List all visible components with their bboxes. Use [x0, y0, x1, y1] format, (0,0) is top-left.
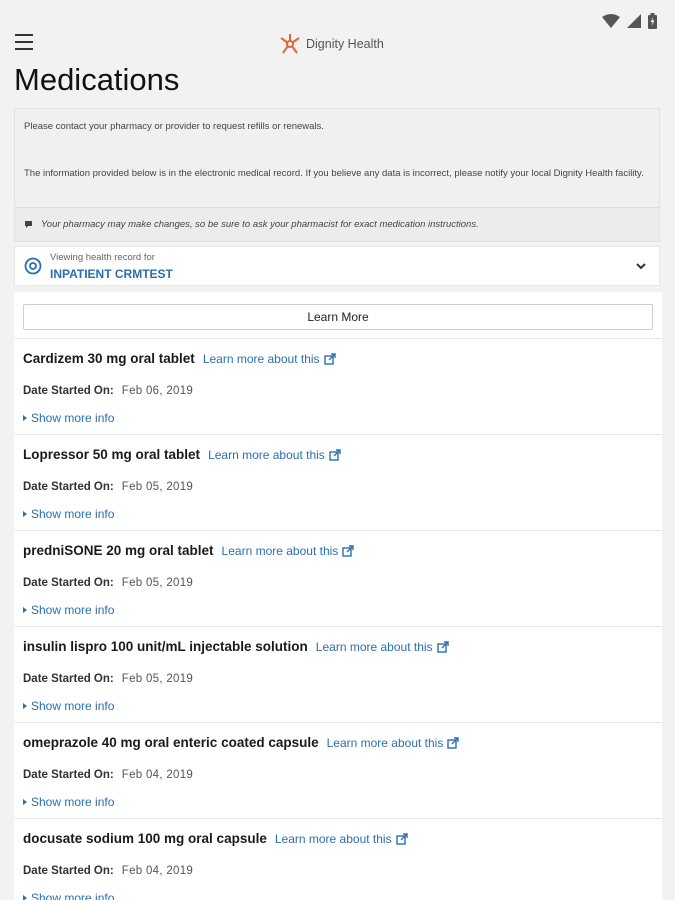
brand-logo: Dignity Health	[278, 33, 384, 55]
medication-name: Lopressor 50 mg oral tablet	[23, 447, 201, 462]
external-link-icon[interactable]	[323, 353, 336, 365]
health-record-selector[interactable]: Viewing health record for INPATIENT CRMT…	[14, 246, 660, 286]
medication-name: docusate sodium 100 mg oral capsule	[23, 831, 267, 846]
learn-more-link-label[interactable]: Learn more about this	[275, 832, 392, 846]
date-started-label: Date Started On:	[23, 673, 114, 685]
brand-name: Dignity Health	[306, 37, 384, 51]
expand-triangle-icon	[23, 895, 27, 900]
date-started-value: Feb 06, 2019	[121, 385, 194, 397]
learn-more-link[interactable]: Learn more about this	[203, 352, 336, 366]
date-started-label: Date Started On:	[23, 865, 114, 877]
show-more-info-label[interactable]: Show more info	[31, 795, 114, 809]
external-link-icon[interactable]	[436, 641, 449, 653]
show-more-info-toggle[interactable]: Show more info	[23, 411, 114, 425]
menu-icon[interactable]	[15, 34, 35, 50]
show-more-info-label[interactable]: Show more info	[31, 411, 114, 425]
learn-more-link-label[interactable]: Learn more about this	[316, 640, 433, 654]
external-link-icon[interactable]	[447, 737, 460, 749]
learn-more-link[interactable]: Learn more about this	[208, 448, 341, 462]
expand-triangle-icon	[23, 415, 27, 421]
page-title: Medications	[14, 62, 180, 97]
show-more-info-label[interactable]: Show more info	[31, 603, 114, 617]
medication-item: insulin lispro 100 unit/mL injectable so…	[14, 626, 662, 722]
medication-name: Cardizem 30 mg oral tablet	[23, 351, 195, 366]
show-more-info-toggle[interactable]: Show more info	[23, 891, 114, 900]
learn-more-link[interactable]: Learn more about this	[275, 832, 408, 846]
medication-item: omeprazole 40 mg oral enteric coated cap…	[14, 722, 662, 818]
external-link-icon[interactable]	[342, 545, 354, 557]
medication-item: Cardizem 30 mg oral tablet Learn more ab…	[14, 338, 662, 434]
medication-item: Lopressor 50 mg oral tablet Learn more a…	[14, 434, 662, 530]
tip-icon	[25, 221, 32, 228]
expand-triangle-icon	[23, 511, 27, 517]
show-more-info-label[interactable]: Show more info	[31, 507, 114, 521]
medication-name: insulin lispro 100 unit/mL injectable so…	[23, 639, 308, 654]
show-more-info-toggle[interactable]: Show more info	[23, 507, 114, 521]
learn-more-link-label[interactable]: Learn more about this	[203, 352, 320, 366]
show-more-info-toggle[interactable]: Show more info	[23, 603, 114, 617]
medication-list: Learn More Cardizem 30 mg oral tablet Le…	[14, 292, 662, 900]
show-more-info-toggle[interactable]: Show more info	[23, 795, 114, 809]
pharmacy-tip: Your pharmacy may make changes, so be su…	[15, 207, 659, 241]
expand-triangle-icon	[23, 607, 27, 613]
date-started-label: Date Started On:	[23, 385, 114, 397]
expand-triangle-icon	[23, 703, 27, 709]
record-patient-name: INPATIENT CRMTEST	[50, 267, 173, 281]
refill-notice-text: Please contact your pharmacy or provider…	[24, 121, 324, 132]
expand-triangle-icon	[23, 799, 27, 805]
record-icon	[24, 257, 42, 275]
chevron-down-icon[interactable]	[635, 261, 647, 271]
record-info-text: The information provided below is in the…	[24, 168, 644, 179]
medication-name: omeprazole 40 mg oral enteric coated cap…	[23, 735, 319, 750]
external-link-icon[interactable]	[329, 449, 341, 461]
external-link-icon[interactable]	[395, 833, 408, 845]
show-more-info-toggle[interactable]: Show more info	[23, 699, 114, 713]
date-started-value: Feb 05, 2019	[121, 481, 194, 493]
record-caption: Viewing health record for	[50, 252, 155, 263]
medication-item: predniSONE 20 mg oral tablet Learn more …	[14, 530, 662, 626]
notice-box: Please contact your pharmacy or provider…	[14, 108, 660, 242]
date-started-value: Feb 04, 2019	[121, 769, 194, 781]
show-more-info-label[interactable]: Show more info	[31, 699, 114, 713]
date-started-label: Date Started On:	[23, 481, 114, 493]
learn-more-link[interactable]: Learn more about this	[222, 544, 355, 558]
dignity-health-logo-icon	[280, 34, 300, 54]
date-started-label: Date Started On:	[23, 769, 114, 781]
learn-more-button[interactable]: Learn More	[23, 304, 653, 330]
learn-more-link-label[interactable]: Learn more about this	[222, 544, 339, 558]
learn-more-link-label[interactable]: Learn more about this	[327, 736, 444, 750]
show-more-info-label[interactable]: Show more info	[31, 891, 114, 900]
pharmacy-tip-text: Your pharmacy may make changes, so be su…	[41, 219, 479, 230]
learn-more-link-label[interactable]: Learn more about this	[208, 448, 325, 462]
learn-more-link[interactable]: Learn more about this	[316, 640, 449, 654]
date-started-value: Feb 05, 2019	[121, 673, 194, 685]
medication-item: docusate sodium 100 mg oral capsule Lear…	[14, 818, 662, 900]
learn-more-link[interactable]: Learn more about this	[327, 736, 460, 750]
date-started-label: Date Started On:	[23, 577, 114, 589]
app-bar: Dignity Health	[0, 26, 675, 60]
medication-name: predniSONE 20 mg oral tablet	[23, 543, 214, 558]
date-started-value: Feb 04, 2019	[121, 865, 194, 877]
date-started-value: Feb 05, 2019	[121, 577, 194, 589]
